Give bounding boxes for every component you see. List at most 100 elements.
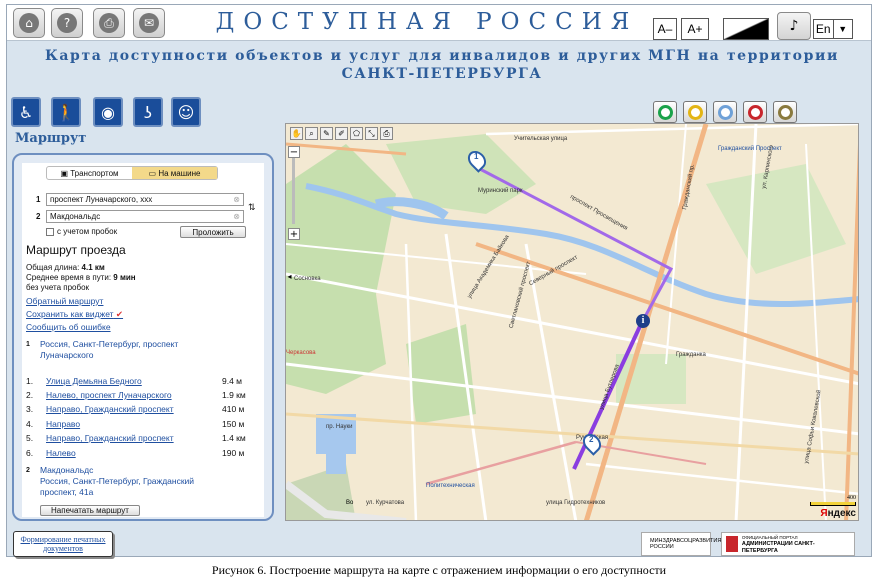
route-title: Маршрут проезда [26,243,126,257]
build-route-button[interactable]: Проложить [180,226,246,238]
route-step[interactable]: 6. Налево 190 м [26,448,256,458]
font-increase-button[interactable]: A+ [681,18,709,40]
from-value: проспект Луначарского, ххх [50,195,153,204]
category-vision-button[interactable]: ◉ [93,97,123,127]
reverse-route-link[interactable]: Обратный маршрут [26,296,103,306]
tab-transport[interactable]: ▣ Транспортом [47,167,132,179]
ring-olive-icon [777,104,793,120]
from-number: 1 [36,195,41,204]
report-error-link[interactable]: Сообщить об ошибке [26,322,111,332]
speaker-icon: ♪ [789,18,799,34]
start-pin-label: 1 [474,152,479,161]
spb-admin-logo-main: АДМИНИСТРАЦИИ САНКТ-ПЕТЕРБУРГА [741,540,815,554]
font-decrease-button[interactable]: A– [653,18,677,40]
car-icon: ▭ [148,168,159,178]
yandex-y: Я [820,508,828,519]
to-input[interactable]: Макдональдс ⊗ [46,210,244,223]
clear-icon[interactable]: ⊗ [233,194,240,205]
spb-admin-logo[interactable]: ОФИЦИАЛЬНЫЙ ПОРТАЛ АДМИНИСТРАЦИИ САНКТ-П… [721,532,855,556]
end-num: 2 [26,467,30,474]
app-frame: ⌂ ? ⎙ ✉ ДОСТУПНАЯ РОССИЯ A– A+ ♪ En ▼ Ка… [6,4,872,557]
end-address: 2 Макдональдс Россия, Санкт-Петербург, Гра… [26,465,230,498]
end-address-block: Макдональдс Россия, Санкт-Петербург, Граж… [40,465,230,498]
save-widget-label: Сохранить как виджет [26,309,114,319]
zoom-slider[interactable] [292,158,295,224]
total-length: Общая длина: 4.1 км [26,263,105,272]
map-label: Муринский парк [478,188,523,194]
ring-blue-icon [717,104,733,120]
map-pan-tool[interactable]: ✋ [290,127,303,140]
route-step[interactable]: 1. Улица Демьяна Бедного 9.4 м [26,376,256,386]
step-dist: 150 м [222,419,245,429]
print-route-button[interactable]: Напечатать маршрут [40,505,140,516]
route-step[interactable]: 4. Направо 150 м [26,419,256,429]
step-text: Улица Демьяна Бедного [46,376,142,386]
map-print-tool[interactable]: ⎙ [380,127,393,140]
step-text: Налево [46,448,76,458]
traffic-checkbox[interactable]: с учетом пробок [46,227,117,236]
step-num: 1. [26,376,34,386]
hearing-icon: ʖ [143,102,153,122]
route-map[interactable]: ✋ ⌕ ✎ ✐ ⬠ ⤡ ⎙ − + ◂ Гражданский Проспект… [285,123,859,521]
ring-yellow-icon [687,104,703,120]
category-mobility-button[interactable]: 🚶 [51,97,81,127]
ring-blue-button[interactable] [713,101,737,123]
minzdrav-logo[interactable]: МИНЗДРАВСОЦРАЗВИТИЯ РОССИИ [641,532,721,556]
yandex-rest: ндекс [827,508,856,519]
tab-car[interactable]: ▭ На машине [132,167,217,179]
step-text: Направо [46,419,81,429]
contrast-button[interactable] [723,18,769,40]
avg-time-label: Среднее время в пути: [26,273,114,282]
checkbox-box[interactable] [46,227,54,236]
map-polygon-tool[interactable]: ⬠ [350,127,363,140]
route-step[interactable]: 2. Налево, проспект Луначарского 1.9 км [26,390,256,400]
help-button[interactable]: ? [51,8,83,38]
map-zoom-tool[interactable]: ⌕ [305,127,318,140]
route-step[interactable]: 5. Направо, Гражданский проспект 1.4 км [26,433,256,443]
avg-time-value: 9 мин [113,273,136,282]
category-wheelchair-button[interactable]: ♿ [11,97,41,127]
map-route-tool[interactable]: ⤡ [365,127,378,140]
subtitle-line-2: САНКТ-ПЕТЕРБУРГА [341,66,543,82]
step-text: Направо, Гражданский проспект [46,404,174,414]
minzdrav-logo-text: МИНЗДРАВСОЦРАЗВИТИЯ РОССИИ [650,538,722,550]
map-label: Во [346,500,354,506]
map-label: улица Гидротехников [546,500,606,506]
site-title: ДОСТУПНАЯ РОССИЯ [215,9,639,35]
route-step[interactable]: 3. Направо, Гражданский проспект 410 м [26,404,256,414]
chevron-down-icon: ▼ [832,20,853,38]
collapse-panel-icon[interactable]: ◂ [286,270,293,282]
info-icon[interactable]: i [636,314,650,328]
home-button[interactable]: ⌂ [13,8,45,38]
print-icon: ⎙ [99,13,119,33]
clear-icon[interactable]: ⊗ [233,211,240,222]
start-address-text: Россия, Санкт-Петербург, проспект Лунача… [40,339,179,360]
print-documents-button[interactable]: Формирование печатных документов [13,531,113,557]
language-select[interactable]: En ▼ [813,19,853,39]
tab-car-label: На машине [158,168,201,178]
zoom-out-button[interactable]: − [288,146,300,158]
category-hearing-button[interactable]: ʖ [133,97,163,127]
save-widget-link[interactable]: Сохранить как виджет ✔ [26,309,123,320]
route-heading: Маршрут [15,131,87,146]
ring-olive-button[interactable] [773,101,797,123]
traffic-label: с учетом пробок [57,227,118,236]
zoom-in-button[interactable]: + [288,228,300,240]
step-dist: 9.4 м [222,376,243,386]
mail-icon: ✉ [139,13,159,33]
map-ruler-tool[interactable]: ✎ [320,127,333,140]
route-icon: ⤡ [368,128,375,138]
page-subtitle: Карта доступности объектов и услуг для и… [37,47,847,83]
ring-yellow-button[interactable] [683,101,707,123]
category-mental-button[interactable]: ☺ [171,97,201,127]
help-icon: ? [57,13,77,33]
eye-crossed-icon: ◉ [101,102,115,122]
from-input[interactable]: проспект Луначарского, ххх ⊗ [46,193,244,206]
print-button[interactable]: ⎙ [93,8,125,38]
mail-button[interactable]: ✉ [133,8,165,38]
ring-red-button[interactable] [743,101,767,123]
sound-button[interactable]: ♪ [777,12,811,40]
ring-green-button[interactable] [653,101,677,123]
swap-icon[interactable]: ⇅ [248,202,256,213]
map-draw-tool[interactable]: ✐ [335,127,348,140]
